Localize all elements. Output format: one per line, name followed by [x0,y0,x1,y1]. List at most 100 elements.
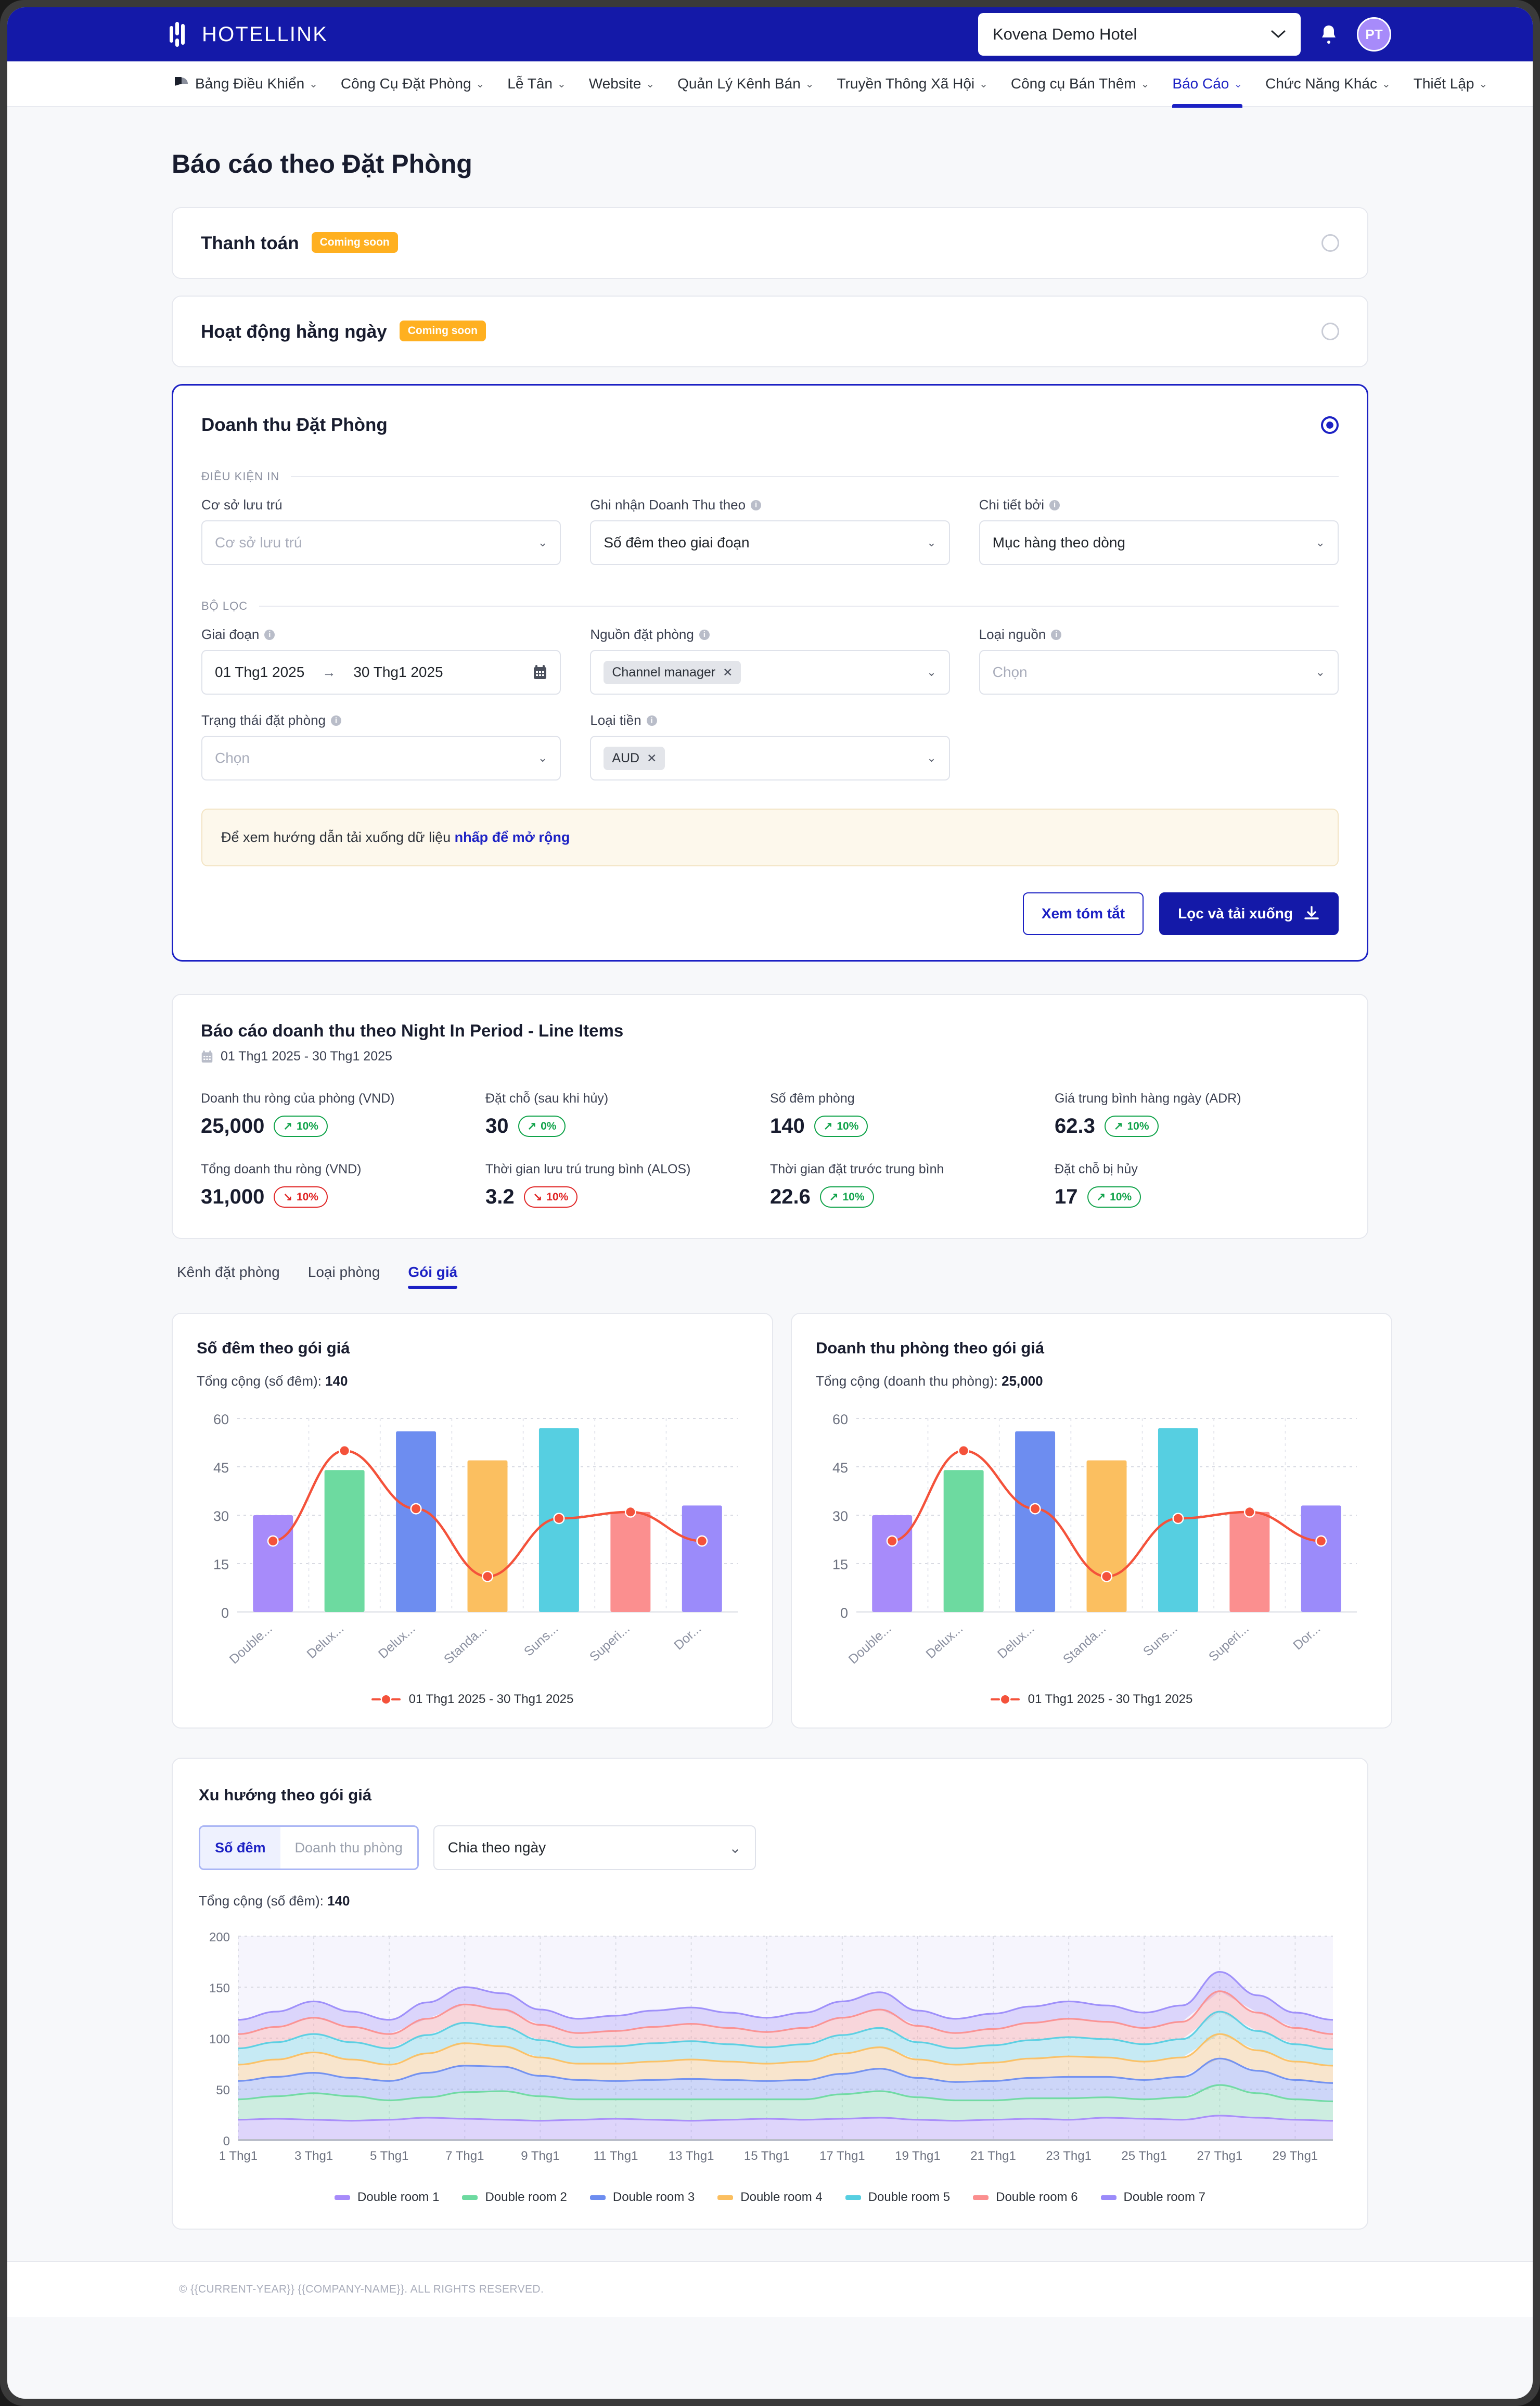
summary-date-range-text: 01 Thg1 2025 - 30 Thg1 2025 [221,1049,392,1064]
tab-booking-channel[interactable]: Kênh đặt phòng [177,1264,280,1289]
divider [291,476,1339,477]
legend-item[interactable]: Double room 4 [717,2190,823,2205]
view-summary-button[interactable]: Xem tóm tắt [1022,892,1144,935]
chart-total-label: Tổng cộng (doanh thu phòng): [816,1373,998,1389]
currency-select[interactable]: AUD ✕ ⌄ [590,736,950,780]
coming-soon-badge: Coming soon [311,232,398,253]
svg-text:Double...: Double... [846,1621,894,1667]
revenue-basis-value: Số đêm theo giai đoạn [604,534,750,551]
legend-swatch [589,2195,606,2200]
info-icon[interactable]: i [699,629,710,640]
panel-radio-selected[interactable] [1321,416,1339,434]
chip-currency[interactable]: AUD ✕ [604,746,665,770]
svg-text:9 Thg1: 9 Thg1 [521,2149,559,2163]
nav-item-label: Quản Lý Kênh Bán [677,75,801,92]
info-icon[interactable]: i [1051,629,1062,640]
avatar[interactable]: PT [1357,17,1391,52]
nav-item-other-features[interactable]: Chức Năng Khác ⌄ [1254,61,1402,107]
trend-up-icon: ↗ [823,1120,833,1132]
kpi-row: 31,000 ↘ 10% [201,1185,485,1209]
granularity-value: Chia theo ngày [447,1839,546,1855]
nav-item-dashboard[interactable]: Bảng Điều Khiển ⌄ [175,61,329,107]
trend-total-label: Tổng cộng (số đêm): [199,1893,324,1909]
legend-item[interactable]: Double room 7 [1100,2190,1205,2205]
tab-room-type[interactable]: Loại phòng [308,1264,380,1289]
info-icon[interactable]: i [646,715,657,726]
nav-item-label: Thiết Lập [1413,75,1474,92]
legend-label: Double room 7 [1123,2190,1205,2204]
kpi-net-room-revenue: Doanh thu ròng của phòng (VND) 25,000 ↗ … [201,1091,485,1138]
legend-item[interactable]: Double room 6 [973,2190,1078,2205]
segment-room-revenue[interactable]: Doanh thu phòng [280,1827,417,1869]
legend-item[interactable]: Double room 1 [335,2190,439,2205]
nav-item-social-media[interactable]: Truyền Thông Xã Hội ⌄ [826,61,999,107]
notice-expand-link[interactable]: nhấp để mở rộng [455,829,570,845]
chart-total: Tổng cộng (doanh thu phòng): 25,000 [816,1373,1367,1389]
info-icon[interactable]: i [264,629,275,640]
kpi-total-net-revenue: Tổng doanh thu ròng (VND) 31,000 ↘ 10% [201,1162,485,1209]
kpi-value: 62.3 [1055,1115,1095,1137]
nav-item-reports[interactable]: Báo Cáo ⌄ [1161,61,1254,108]
nav-item-front-desk[interactable]: Lễ Tân ⌄ [496,61,577,107]
booking-status-select[interactable]: Chọn ⌄ [201,736,561,780]
accordion-radio[interactable] [1321,234,1339,252]
svg-text:200: 200 [209,1930,230,1944]
panel-header[interactable]: Doanh thu Đặt Phòng [173,386,1367,436]
svg-text:21 Thg1: 21 Thg1 [970,2149,1016,2163]
nav-item-upsell-tools[interactable]: Công cụ Bán Thêm ⌄ [999,61,1161,107]
accordion-daily-activity[interactable]: Hoạt động hằng ngày Coming soon [172,296,1368,367]
hotellink-logo-icon [169,21,191,48]
notification-bell-icon[interactable] [1318,23,1339,46]
chart-total-value: 25,000 [1002,1373,1043,1389]
svg-text:30: 30 [832,1508,848,1524]
brand-logo[interactable]: HOTELLINK [169,21,328,48]
filter-and-download-button[interactable]: Lọc và tải xuống [1159,892,1339,935]
accordion-payments[interactable]: Thanh toán Coming soon [172,207,1368,279]
brand-name: HOTELLINK [202,22,328,46]
fieldset-print-conditions: ĐIỀU KIỆN IN [201,470,1339,483]
kpi-adr: Giá trung bình hàng ngày (ADR) 62.3 ↗ 10… [1055,1091,1339,1138]
nav-item-settings[interactable]: Thiết Lập ⌄ [1402,61,1499,107]
segment-nights[interactable]: Số đêm [200,1827,280,1869]
legend-item[interactable]: Double room 5 [845,2190,950,2205]
hotel-select[interactable]: Kovena Demo Hotel [978,13,1301,56]
nav-item-channel-manager[interactable]: Quản Lý Kênh Bán ⌄ [666,61,825,107]
chip-remove-icon[interactable]: ✕ [647,751,657,765]
kpi-delta-badge: ↗ 10% [1104,1116,1159,1137]
chip-booking-source[interactable]: Channel manager ✕ [604,660,741,684]
summary-date-range: 01 Thg1 2025 - 30 Thg1 2025 [201,1049,1339,1064]
tab-rate-plan[interactable]: Gói giá [408,1264,457,1289]
nav-item-website[interactable]: Website ⌄ [578,61,666,107]
accordion-radio[interactable] [1321,323,1339,340]
property-select[interactable]: Cơ sở lưu trú ⌄ [201,520,561,565]
chevron-down-icon: ⌄ [1140,78,1150,90]
legend-item[interactable]: Double room 3 [589,2190,695,2205]
info-icon[interactable]: i [751,500,762,510]
info-icon[interactable]: i [1049,500,1060,510]
calendar-icon[interactable] [533,664,547,680]
chevron-down-icon: ⌄ [646,78,655,90]
kpi-row: 140 ↗ 10% [770,1115,1055,1138]
date-range-input[interactable]: 01 Thg1 2025 → 30 Thg1 2025 [201,650,561,695]
legend-label: Double room 3 [612,2190,695,2204]
chip-remove-icon[interactable]: ✕ [723,666,733,680]
svg-text:5 Thg1: 5 Thg1 [370,2149,408,2163]
nav-item-booking-tools[interactable]: Công Cụ Đặt Phòng ⌄ [329,61,496,107]
legend-label: Double room 4 [740,2190,823,2204]
kpi-label: Giá trung bình hàng ngày (ADR) [1055,1091,1241,1106]
field-label: Trạng thái đặt phòng i [201,712,561,728]
trend-total: Tổng cộng (số đêm): 140 [199,1893,1341,1909]
filter-and-download-label: Lọc và tải xuống [1178,905,1293,922]
info-icon[interactable]: i [331,715,341,726]
booking-source-select[interactable]: Channel manager ✕ ⌄ [590,650,950,695]
kpi-cancelled-bookings: Đặt chỗ bị hủy 17 ↗ 10% [1055,1162,1339,1209]
revenue-basis-select[interactable]: Số đêm theo giai đoạn ⌄ [590,520,950,565]
nav-item-label: Bảng Điều Khiển [195,75,305,92]
legend-item[interactable]: Double room 2 [462,2190,567,2205]
source-type-select[interactable]: Chọn ⌄ [979,650,1339,695]
kpi-delta-badge: ↗ 10% [274,1116,328,1137]
kpi-delta-badge: ↗ 10% [814,1116,868,1137]
detail-by-select[interactable]: Mục hàng theo dòng ⌄ [979,520,1339,565]
granularity-select[interactable]: Chia theo ngày ⌄ [433,1825,756,1870]
panel-body: ĐIỀU KIỆN IN Cơ sở lưu trú Cơ sở lưu trú… [173,470,1367,866]
